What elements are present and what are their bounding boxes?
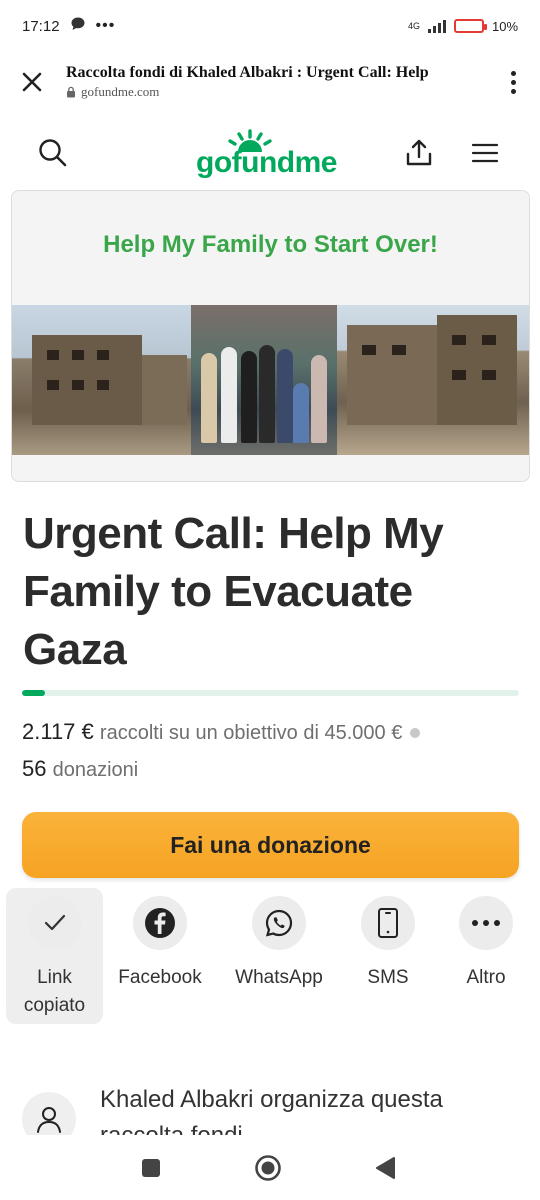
browser-toolbar: Raccolta fondi di Khaled Albakri : Urgen… xyxy=(0,52,540,112)
fundraising-stats: 2.117 € raccolti su un obiettivo di 45.0… xyxy=(22,714,522,788)
signal-icon xyxy=(427,19,446,33)
share-whatsapp-label: WhatsApp xyxy=(235,967,323,988)
hero-banner-text: Help My Family to Start Over! xyxy=(103,231,438,258)
status-time: 17:12 xyxy=(22,17,60,35)
home-circle-icon xyxy=(255,1155,281,1181)
menu-button[interactable] xyxy=(464,132,506,174)
battery-icon xyxy=(453,19,487,33)
close-icon xyxy=(22,72,42,92)
share-whatsapp[interactable]: WhatsApp xyxy=(224,888,334,1024)
search-icon xyxy=(39,139,67,167)
campaign-hero-image[interactable]: Help My Family to Start Over! xyxy=(11,190,530,482)
home-button[interactable] xyxy=(253,1153,283,1183)
donations-line[interactable]: 56 donazioni xyxy=(22,751,522,788)
back-button[interactable] xyxy=(370,1153,400,1183)
campaign-title: Urgent Call: Help My Family to Evacuate … xyxy=(23,509,444,674)
search-button[interactable] xyxy=(32,132,74,174)
share-more-circle xyxy=(459,896,513,950)
share-upload-icon xyxy=(406,139,432,166)
share-options: Link copiato Facebook WhatsApp SMS Altro xyxy=(6,888,536,1024)
overflow-menu-button[interactable] xyxy=(498,62,528,102)
hero-photo-strip xyxy=(12,305,529,455)
domain-row: gofundme.com xyxy=(66,84,498,100)
share-sms[interactable]: SMS xyxy=(350,888,426,1024)
separator-dot xyxy=(410,728,421,739)
facebook-icon xyxy=(145,908,175,938)
phone-icon xyxy=(378,908,398,938)
status-bar: 17:12 ••• 4G 10% xyxy=(0,0,540,52)
gofundme-logo[interactable]: gofundme xyxy=(196,128,346,182)
goal-text: raccolti su un obiettivo di 45.000 € xyxy=(99,722,403,744)
logo-text: gofundme xyxy=(196,146,337,179)
family-group-photo xyxy=(191,305,337,455)
fundraising-progress-bar xyxy=(22,690,519,696)
ruined-building-photo xyxy=(336,305,529,455)
donations-label: donazioni xyxy=(52,759,139,781)
battery-percent: 10% xyxy=(491,18,518,34)
domain-text: gofundme.com xyxy=(81,84,160,99)
share-sms-label: SMS xyxy=(367,967,409,988)
lock-icon xyxy=(67,86,75,98)
check-icon xyxy=(44,914,65,931)
share-copy-link[interactable]: Link copiato xyxy=(6,888,103,1024)
more-notifications-icon: ••• xyxy=(95,17,116,34)
page-title: Raccolta fondi di Khaled Albakri : Urgen… xyxy=(66,64,429,81)
raised-line: 2.117 € raccolti su un obiettivo di 45.0… xyxy=(22,714,522,751)
share-facebook-label: Facebook xyxy=(118,967,202,988)
donations-count: 56 xyxy=(22,756,47,781)
organizer-text: Khaled Albakri organizza questa raccolta… xyxy=(100,1086,443,1142)
system-navigation-bar xyxy=(0,1135,540,1200)
share-copy-link-circle xyxy=(27,896,82,950)
share-facebook[interactable]: Facebook xyxy=(110,888,210,1024)
site-header: gofundme xyxy=(0,118,540,188)
share-sms-circle xyxy=(361,896,415,950)
user-icon xyxy=(37,1107,61,1133)
share-copy-link-label: Link copiato xyxy=(23,967,86,1016)
share-whatsapp-circle xyxy=(252,896,306,950)
hamburger-menu-icon xyxy=(471,143,499,163)
url-display[interactable]: Raccolta fondi di Khaled Albakri : Urgen… xyxy=(66,64,498,100)
chat-notification-icon xyxy=(70,16,86,36)
whatsapp-icon xyxy=(265,909,293,937)
donate-button[interactable]: Fai una donazione xyxy=(22,812,519,878)
share-upload-button[interactable] xyxy=(398,132,440,174)
back-triangle-icon xyxy=(376,1157,395,1179)
square-icon xyxy=(142,1159,160,1177)
organizer-section: Khaled Albakri organizza questa raccolta… xyxy=(22,1082,532,1142)
share-more[interactable]: Altro xyxy=(446,888,526,1024)
recent-apps-button[interactable] xyxy=(136,1153,166,1183)
share-facebook-circle xyxy=(133,896,187,950)
progress-fill xyxy=(22,690,46,696)
network-indicator: 4G xyxy=(407,20,420,31)
share-more-label: Altro xyxy=(466,967,506,988)
more-icon xyxy=(472,920,500,926)
destroyed-building-photo xyxy=(12,305,192,455)
amount-raised: 2.117 € xyxy=(22,719,94,744)
close-tab-button[interactable] xyxy=(12,62,52,102)
